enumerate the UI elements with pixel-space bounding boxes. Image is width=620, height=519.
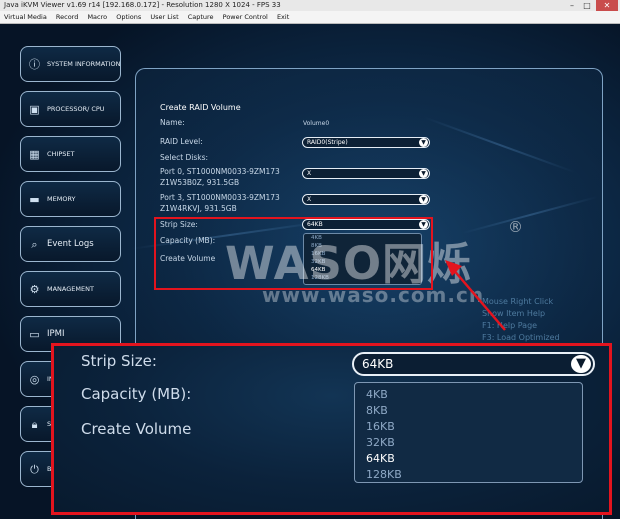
strip-option[interactable]: 32KB: [366, 436, 395, 449]
strip-option[interactable]: 128KB: [366, 468, 402, 481]
zoom-create-volume-label[interactable]: Create Volume: [81, 420, 191, 438]
chevron-down-icon[interactable]: ▼: [571, 355, 591, 373]
strip-option[interactable]: 8KB: [366, 404, 388, 417]
zoom-strip-size-options-list[interactable]: 4KB 8KB 16KB 32KB 64KB 128KB: [354, 382, 583, 483]
zoom-capacity-label: Capacity (MB):: [81, 385, 192, 403]
zoom-strip-size-value: 64KB: [362, 357, 394, 371]
zoom-inset: Strip Size: 64KB ▼ Capacity (MB): Create…: [51, 343, 612, 515]
strip-option[interactable]: 4KB: [366, 388, 388, 401]
strip-option[interactable]: 16KB: [366, 420, 395, 433]
zoom-strip-size-label: Strip Size:: [81, 352, 157, 370]
strip-option-selected[interactable]: 64KB: [366, 452, 395, 465]
zoom-strip-size-select[interactable]: 64KB ▼: [352, 352, 595, 376]
